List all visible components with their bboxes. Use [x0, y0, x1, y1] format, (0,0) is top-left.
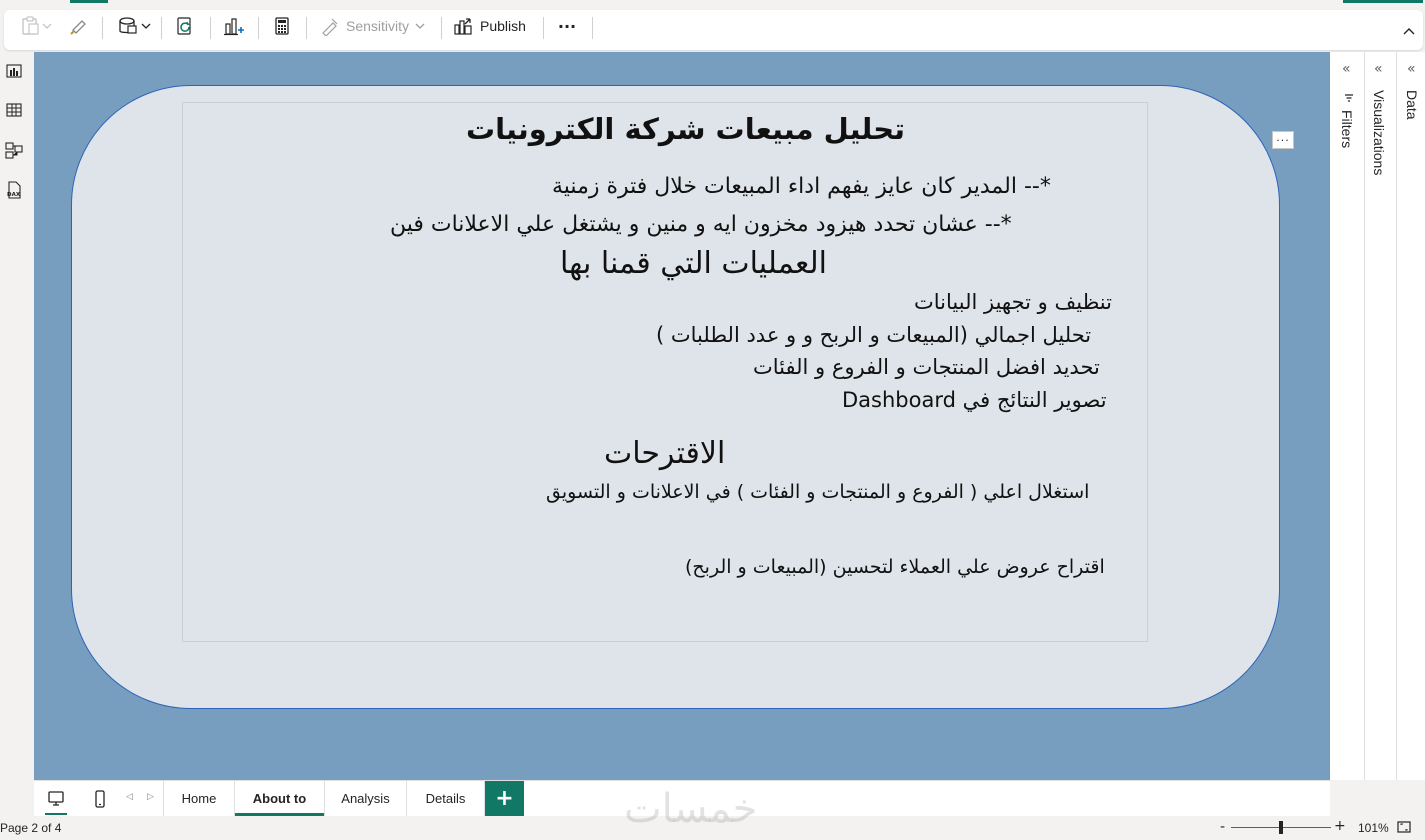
format-painter-icon — [70, 20, 86, 35]
tab-label: Analysis — [341, 791, 390, 806]
ribbon-tab-indicator — [70, 0, 108, 3]
active-layout-indicator — [45, 813, 67, 815]
tab-about-to[interactable]: About to — [235, 781, 325, 816]
operation-item: تحديد افضل المنتجات و الفروع و الفئات — [753, 355, 1100, 379]
new-visual-icon — [224, 18, 244, 36]
suggestions-heading: الاقترحات — [604, 436, 726, 471]
zoom-level: 101% — [1358, 821, 1389, 835]
text-line: *-- عشان تحدد هيزود مخزون ايه و منين و ي… — [390, 212, 1012, 237]
database-icon — [119, 17, 151, 34]
ribbon-separator — [258, 17, 259, 39]
table-view-icon[interactable] — [5, 101, 23, 119]
ribbon: Sensitivity Publish ··· — [0, 0, 1425, 52]
calculator-icon — [275, 17, 289, 35]
add-page-button[interactable]: + — [485, 781, 524, 816]
suggestion-item: استغلال اعلي ( الفروع و المنتجات و الفئا… — [546, 481, 1090, 503]
suggestion-item: اقتراح عروض علي العملاء لتحسين (المبيعات… — [685, 556, 1105, 578]
dax-query-view-icon[interactable]: DAX — [5, 181, 23, 199]
ribbon-toolbar — [4, 10, 1423, 50]
pane-divider — [1364, 52, 1365, 780]
paste-button[interactable] — [18, 14, 56, 38]
collapse-ribbon-icon[interactable] — [1399, 22, 1419, 42]
new-visual-button[interactable] — [221, 14, 247, 38]
publish-icon — [454, 18, 472, 35]
collapse-visualizations-icon[interactable]: « — [1374, 61, 1383, 77]
tab-label: About to — [252, 791, 307, 806]
page-indicator: Page 2 of 4 — [0, 821, 62, 835]
paste-icon — [22, 16, 52, 35]
desktop-layout-button[interactable] — [43, 787, 69, 811]
operation-item: تحليل اجمالي (المبيعات و الربح و و عدد ا… — [656, 323, 1092, 347]
refresh-icon — [177, 17, 191, 35]
filters-pane-title[interactable]: Filters — [1339, 110, 1355, 148]
tab-analysis[interactable]: Analysis — [325, 781, 407, 816]
sensitivity-label: Sensitivity — [346, 18, 410, 34]
ribbon-separator — [592, 17, 593, 39]
filter-icon — [1345, 94, 1353, 102]
ribbon-separator — [441, 17, 442, 39]
publish-label: Publish — [480, 18, 526, 34]
operation-item: تنظيف و تجهيز البيانات — [914, 290, 1112, 314]
chevron-down-icon — [415, 23, 425, 29]
previous-page-icon[interactable]: ◁ — [126, 792, 133, 802]
status-bar: Page 2 of 4 خمسات - + 101% — [0, 786, 1425, 840]
report-canvas[interactable]: ··· تحليل مبيعات شركة الكترونيات *-- الم… — [34, 52, 1330, 780]
monitor-icon — [48, 791, 64, 806]
svg-text:DAX: DAX — [7, 192, 21, 198]
zoom-in-button[interactable]: + — [1334, 818, 1346, 834]
ribbon-separator — [543, 17, 544, 39]
tab-home[interactable]: Home — [163, 781, 235, 816]
more-options-button[interactable]: ··· — [1272, 131, 1294, 149]
tab-details[interactable]: Details — [407, 781, 485, 816]
ribbon-separator — [161, 17, 162, 39]
collapse-filters-icon[interactable]: « — [1342, 61, 1351, 77]
format-painter-button[interactable] — [66, 14, 92, 38]
pane-divider — [1396, 52, 1397, 780]
report-title: تحليل مبيعات شركة الكترونيات — [466, 112, 906, 146]
new-measure-button[interactable] — [269, 14, 295, 38]
zoom-out-button[interactable]: - — [1220, 819, 1225, 835]
model-view-icon[interactable] — [5, 141, 23, 159]
collapse-data-icon[interactable]: « — [1407, 61, 1416, 77]
operations-heading: العمليات التي قمنا بها — [560, 246, 827, 281]
tab-label: Home — [181, 791, 217, 806]
side-panes: « Filters « Visualizations « Data — [1330, 52, 1425, 780]
report-view-icon[interactable] — [5, 62, 23, 80]
data-pane-title[interactable]: Data — [1404, 90, 1420, 120]
next-page-icon[interactable]: ▷ — [147, 792, 154, 802]
zoom-slider-thumb[interactable] — [1279, 821, 1283, 834]
fit-to-page-icon[interactable] — [1396, 819, 1412, 835]
ribbon-separator — [102, 17, 103, 39]
refresh-button[interactable] — [172, 14, 198, 38]
ribbon-tab-indicator-right — [1343, 0, 1423, 3]
get-data-button[interactable] — [116, 14, 154, 38]
text-line: *-- المدير كان عايز يفهم اداء المبيعات خ… — [552, 174, 1051, 199]
watermark: خمسات — [624, 786, 758, 832]
more-commands-button[interactable]: ··· — [553, 14, 581, 38]
view-switcher-rail: DAX — [0, 52, 34, 780]
sensitivity-button[interactable]: Sensitivity — [320, 14, 432, 38]
publish-button[interactable]: Publish — [452, 14, 536, 38]
ribbon-separator — [306, 17, 307, 39]
visualizations-pane-title[interactable]: Visualizations — [1371, 90, 1387, 175]
operation-item: تصوير النتائج في Dashboard — [842, 388, 1107, 412]
phone-icon — [95, 790, 105, 808]
mobile-layout-button[interactable] — [87, 787, 113, 811]
ribbon-separator — [210, 17, 211, 39]
tab-label: Details — [425, 791, 466, 806]
sensitivity-icon — [322, 18, 338, 36]
